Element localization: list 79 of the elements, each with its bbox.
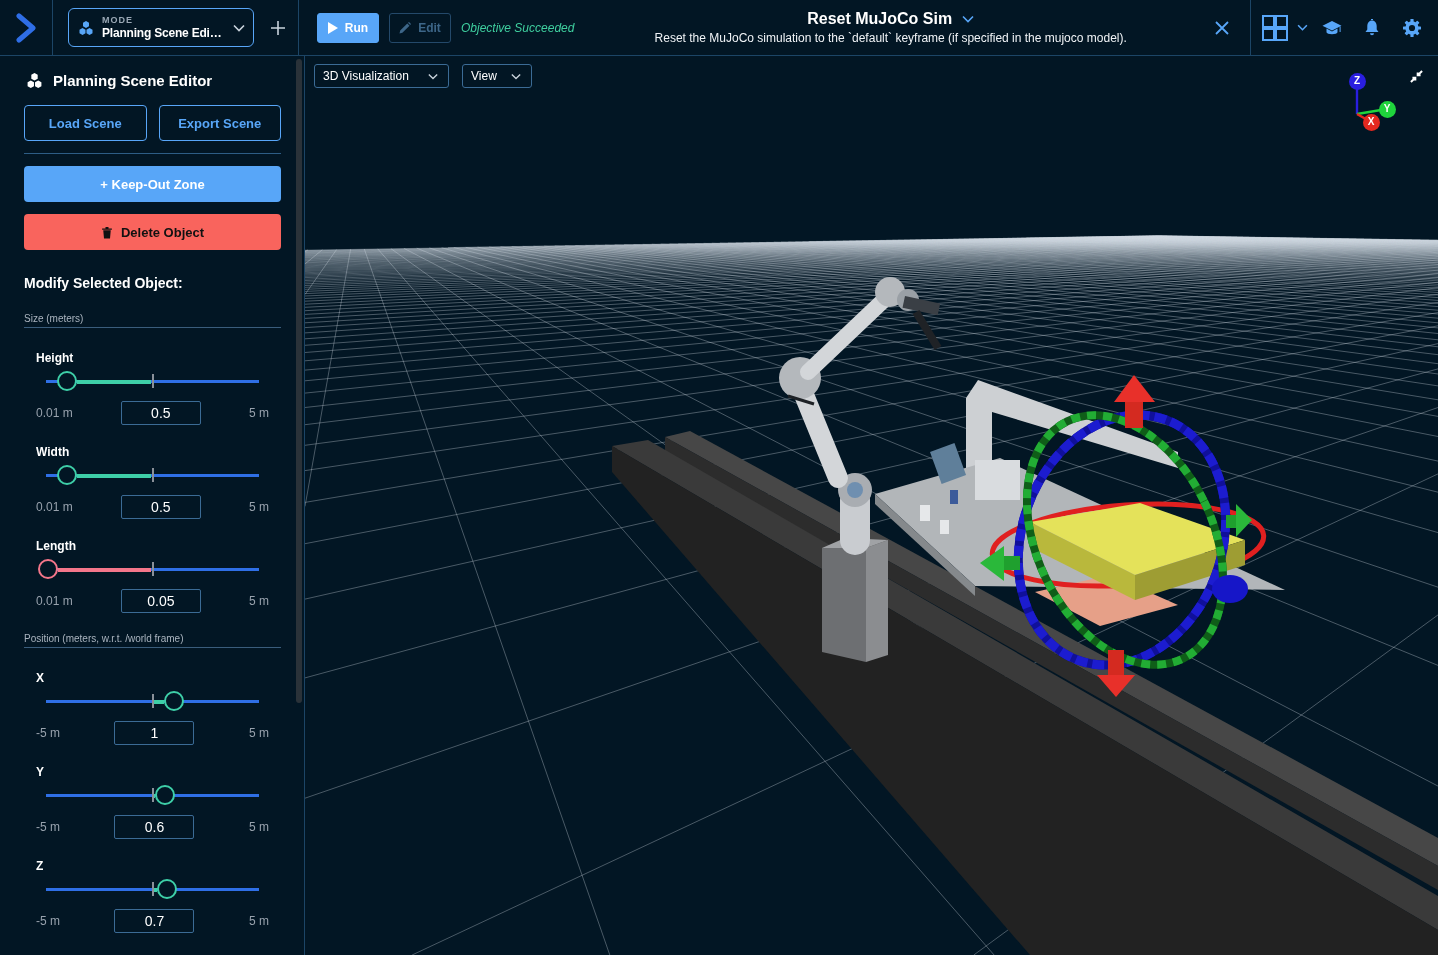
value-input[interactable]: 0.6	[114, 815, 195, 839]
max-label: 5 m	[248, 820, 269, 834]
slider-label: Y	[36, 765, 45, 779]
center-tick-mark	[151, 468, 154, 482]
slider-label: X	[36, 671, 45, 685]
min-label: 0.01 m	[36, 594, 73, 608]
collapse-icon[interactable]	[1410, 70, 1423, 83]
value-input[interactable]: 1	[114, 721, 195, 745]
layout-grid-icon[interactable]	[1262, 14, 1288, 41]
cubes-icon	[26, 71, 43, 89]
caret-icon	[511, 72, 521, 80]
slider-thumb[interactable]	[56, 465, 77, 485]
max-label: 5 m	[248, 726, 269, 740]
move-arrow[interactable]	[1114, 375, 1155, 428]
view-select[interactable]: View	[462, 64, 532, 88]
slider-label: Length	[36, 539, 77, 553]
settings-icon[interactable]	[1403, 18, 1421, 37]
delete-button[interactable]: Delete Object	[24, 214, 281, 250]
caret-icon[interactable]	[962, 15, 975, 23]
slider-label: Z	[36, 859, 45, 873]
min-label: -5 m	[36, 820, 60, 834]
move-arrow[interactable]	[1097, 650, 1135, 697]
mode-caption: MODE	[102, 14, 134, 26]
slider-thumb[interactable]	[56, 371, 77, 391]
offset-bar	[153, 699, 164, 704]
group-header: Size (meters)	[24, 313, 281, 328]
graduation-cap-icon[interactable]	[1322, 19, 1342, 36]
center-tick-mark	[151, 374, 154, 388]
cubes-icon	[78, 19, 94, 36]
offset-bar	[153, 793, 156, 798]
objective-title: Reset MuJoCo Sim	[807, 10, 953, 28]
slider-label: Width	[36, 445, 71, 459]
value-input[interactable]: 0.7	[114, 909, 195, 933]
max-label: 5 m	[248, 500, 269, 514]
group-header: Position (meters, w.r.t. /world frame)	[24, 633, 281, 648]
min-label: 0.01 m	[36, 406, 73, 420]
center-tick-mark	[151, 562, 154, 576]
objective-description: Reset the MuJoCo simulation to the `default` keyframe (if specified in the mujoco model).	[654, 31, 1127, 45]
min-label: -5 m	[36, 726, 60, 740]
close-icon[interactable]	[1215, 20, 1229, 35]
axis-badge[interactable]: Z	[1348, 72, 1366, 90]
play-icon	[327, 21, 338, 34]
axis-badge[interactable]: X	[1362, 113, 1380, 131]
move-arrow[interactable]	[980, 546, 1020, 581]
scene-button[interactable]: Load Scene	[24, 105, 147, 141]
pencil-icon	[399, 21, 412, 34]
scrollbar-thumb[interactable]	[296, 59, 302, 703]
caret-icon	[428, 72, 438, 80]
plus-icon[interactable]	[270, 19, 286, 36]
value-input[interactable]: 0.5	[120, 495, 201, 519]
status-text: Objective Succeeded	[461, 20, 575, 35]
slider-thumb[interactable]	[37, 559, 58, 579]
caret-icon[interactable]	[1297, 24, 1308, 31]
max-label: 5 m	[248, 594, 269, 608]
center-tick-mark	[151, 694, 154, 708]
selected-box[interactable]	[1030, 503, 1245, 600]
mode-value: Planning Scene Edi…	[102, 25, 223, 41]
panel-title: Planning Scene Editor	[53, 71, 213, 89]
section-heading: Modify Selected Object:	[24, 274, 184, 292]
bell-icon[interactable]	[1364, 18, 1380, 37]
scene-button[interactable]: Export Scene	[158, 105, 281, 141]
max-label: 5 m	[248, 406, 269, 420]
logo-chevron-icon[interactable]	[15, 12, 37, 43]
slider-label: Height	[36, 351, 75, 365]
slider-thumb[interactable]	[163, 691, 184, 711]
slider-thumb[interactable]	[157, 879, 178, 899]
min-label: 0.01 m	[36, 500, 73, 514]
caret-icon	[233, 23, 245, 32]
move-arrow[interactable]	[1226, 504, 1252, 537]
mode-select[interactable]: MODE Planning Scene Edi…	[68, 8, 254, 47]
max-label: 5 m	[248, 914, 269, 928]
center-tick-mark	[151, 788, 154, 802]
trash-icon	[100, 225, 113, 239]
min-label: -5 m	[36, 914, 60, 928]
center-tick-mark	[151, 882, 154, 896]
value-input[interactable]: 0.5	[120, 401, 201, 425]
panel-select[interactable]: 3D Visualization	[314, 64, 449, 88]
slider-thumb[interactable]	[155, 785, 176, 805]
value-input[interactable]: 0.05	[120, 589, 201, 613]
